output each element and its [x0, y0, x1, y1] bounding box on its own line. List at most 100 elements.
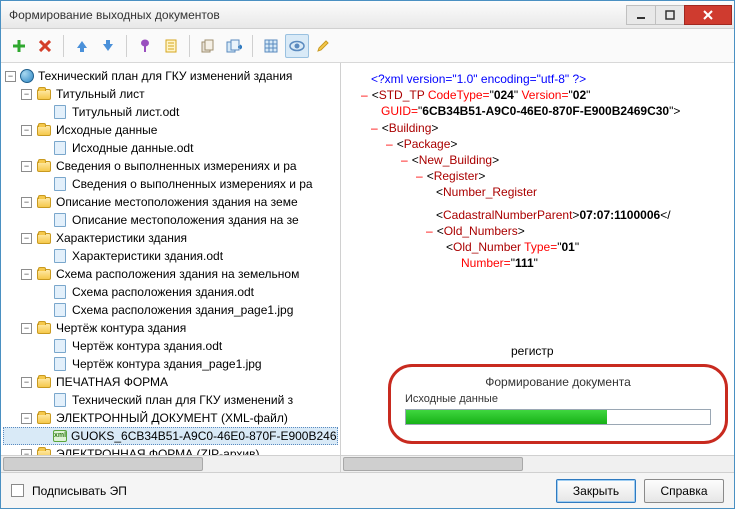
tree-label: GUOKS_6CB34B51-A9C0-46E0-870F-E900B2469C… — [71, 429, 338, 443]
tree-label: Технический план для ГКУ изменений з — [72, 393, 293, 407]
tree-hscrollbar[interactable] — [1, 455, 340, 472]
tree-label: Исходные данные — [56, 123, 157, 137]
tree-label: Сведения о выполненных измерениях и ра — [72, 177, 313, 191]
tree-label: Чертёж контура здания.odt — [72, 339, 222, 353]
tree-leaf[interactable]: Технический план для ГКУ изменений з — [3, 391, 338, 409]
tree-label: Схема расположения здания_page1.jpg — [72, 303, 293, 317]
folder-icon — [37, 161, 51, 172]
tree-label: Сведения о выполненных измерениях и ра — [56, 159, 297, 173]
sign-checkbox[interactable] — [11, 484, 24, 497]
doc-icon — [54, 213, 66, 227]
tree-leaf[interactable]: Сведения о выполненных измерениях и ра — [3, 175, 338, 193]
tree-node[interactable]: −Схема расположения здания на земельном — [3, 265, 338, 283]
copy-button[interactable] — [196, 34, 220, 58]
tree-node[interactable]: −Характеристики здания — [3, 229, 338, 247]
tree-leaf[interactable]: Титульный лист.odt — [3, 103, 338, 121]
tree-leaf[interactable]: Исходные данные.odt — [3, 139, 338, 157]
doc-icon — [54, 303, 66, 317]
tree-node[interactable]: −ПЕЧАТНАЯ ФОРМА — [3, 373, 338, 391]
tree-node[interactable]: −Сведения о выполненных измерениях и ра — [3, 157, 338, 175]
tree-label: Характеристики здания.odt — [72, 249, 223, 263]
down-button[interactable] — [96, 34, 120, 58]
delete-button[interactable] — [33, 34, 57, 58]
folder-icon — [37, 233, 51, 244]
tree-node[interactable]: −ЭЛЕКТРОННАЯ ФОРМА (ZIP-архив) — [3, 445, 338, 455]
progress-bar — [405, 409, 711, 425]
tree-leaf[interactable]: Описание местоположения здания на зе — [3, 211, 338, 229]
xml-icon: xml — [53, 430, 67, 442]
globe-icon — [20, 69, 34, 83]
tree-node[interactable]: −ЭЛЕКТРОННЫЙ ДОКУМЕНТ (XML-файл) — [3, 409, 338, 427]
edit-button[interactable] — [311, 34, 335, 58]
doc-icon — [54, 177, 66, 191]
tree-label: ЭЛЕКТРОННЫЙ ДОКУМЕНТ (XML-файл) — [56, 411, 288, 425]
tool-button[interactable] — [133, 34, 157, 58]
close-button[interactable] — [684, 5, 732, 25]
tree-label: Описание местоположения здания на зе — [72, 213, 299, 227]
close-button-footer[interactable]: Закрыть — [556, 479, 636, 503]
titlebar[interactable]: Формирование выходных документов — [1, 1, 734, 29]
tree-node[interactable]: −Исходные данные — [3, 121, 338, 139]
tree-label: Описание местоположения здания на земе — [56, 195, 298, 209]
footer: Подписывать ЭП Закрыть Справка — [1, 472, 734, 508]
tree-panel: −Технический план для ГКУ изменений здан… — [1, 63, 341, 472]
tree-label: ЭЛЕКТРОННАЯ ФОРМА (ZIP-архив) — [56, 447, 259, 455]
app-window: Формирование выходных документов −Технич… — [0, 0, 735, 509]
tree-view[interactable]: −Технический план для ГКУ изменений здан… — [1, 63, 340, 455]
xml-hscrollbar[interactable] — [341, 455, 734, 472]
folder-icon — [37, 125, 51, 136]
xml-panel: <?xml version="1.0" encoding="utf-8" ?> … — [341, 63, 734, 472]
tree-label: Титульный лист.odt — [72, 105, 179, 119]
copy2-button[interactable] — [222, 34, 246, 58]
tree-label: ПЕЧАТНАЯ ФОРМА — [56, 375, 168, 389]
progress-fill — [406, 410, 607, 424]
progress-dialog: Формирование документа Исходные данные — [388, 364, 728, 444]
tree-label: Чертёж контура здания_page1.jpg — [72, 357, 262, 371]
minimize-button[interactable] — [626, 5, 656, 25]
toolbar — [1, 29, 734, 63]
folder-icon — [37, 197, 51, 208]
sign-label: Подписывать ЭП — [32, 484, 127, 498]
add-button[interactable] — [7, 34, 31, 58]
doc-icon — [54, 393, 66, 407]
tree-leaf-selected[interactable]: xml GUOKS_6CB34B51-A9C0-46E0-870F-E900B24… — [3, 427, 338, 445]
tree-node[interactable]: −Чертёж контура здания — [3, 319, 338, 337]
tree-label: Титульный лист — [56, 87, 145, 101]
doc-button[interactable] — [159, 34, 183, 58]
doc-icon — [54, 141, 66, 155]
tree-leaf[interactable]: Схема расположения здания.odt — [3, 283, 338, 301]
folder-icon — [37, 269, 51, 280]
tree-root[interactable]: −Технический план для ГКУ изменений здан… — [3, 67, 338, 85]
grid-button[interactable] — [259, 34, 283, 58]
maximize-button[interactable] — [655, 5, 685, 25]
folder-icon — [37, 377, 51, 388]
folder-icon — [37, 89, 51, 100]
tree-leaf[interactable]: Характеристики здания.odt — [3, 247, 338, 265]
folder-icon — [37, 413, 51, 424]
tree-node[interactable]: −Титульный лист — [3, 85, 338, 103]
tree-node[interactable]: −Описание местоположения здания на земе — [3, 193, 338, 211]
tree-leaf[interactable]: Чертёж контура здания.odt — [3, 337, 338, 355]
tree-label: Схема расположения здания на земельном — [56, 267, 299, 281]
tree-label: Технический план для ГКУ изменений здани… — [38, 69, 292, 83]
xml-pi: <?xml version="1.0" encoding="utf-8" ?> — [371, 72, 586, 86]
progress-title: Формирование документа — [405, 375, 711, 389]
window-title: Формирование выходных документов — [9, 8, 627, 22]
tree-label: Схема расположения здания.odt — [72, 285, 254, 299]
help-button[interactable]: Справка — [644, 479, 724, 503]
doc-icon — [54, 357, 66, 371]
progress-subtitle: Исходные данные — [405, 393, 711, 405]
doc-icon — [54, 285, 66, 299]
up-button[interactable] — [70, 34, 94, 58]
tree-label: Исходные данные.odt — [72, 141, 193, 155]
doc-icon — [54, 249, 66, 263]
xml-regist: регистр — [511, 343, 724, 359]
tree-leaf[interactable]: Чертёж контура здания_page1.jpg — [3, 355, 338, 373]
tree-label: Характеристики здания — [56, 231, 187, 245]
doc-icon — [54, 105, 66, 119]
folder-icon — [37, 323, 51, 334]
tree-label: Чертёж контура здания — [56, 321, 186, 335]
doc-icon — [54, 339, 66, 353]
preview-button[interactable] — [285, 34, 309, 58]
tree-leaf[interactable]: Схема расположения здания_page1.jpg — [3, 301, 338, 319]
